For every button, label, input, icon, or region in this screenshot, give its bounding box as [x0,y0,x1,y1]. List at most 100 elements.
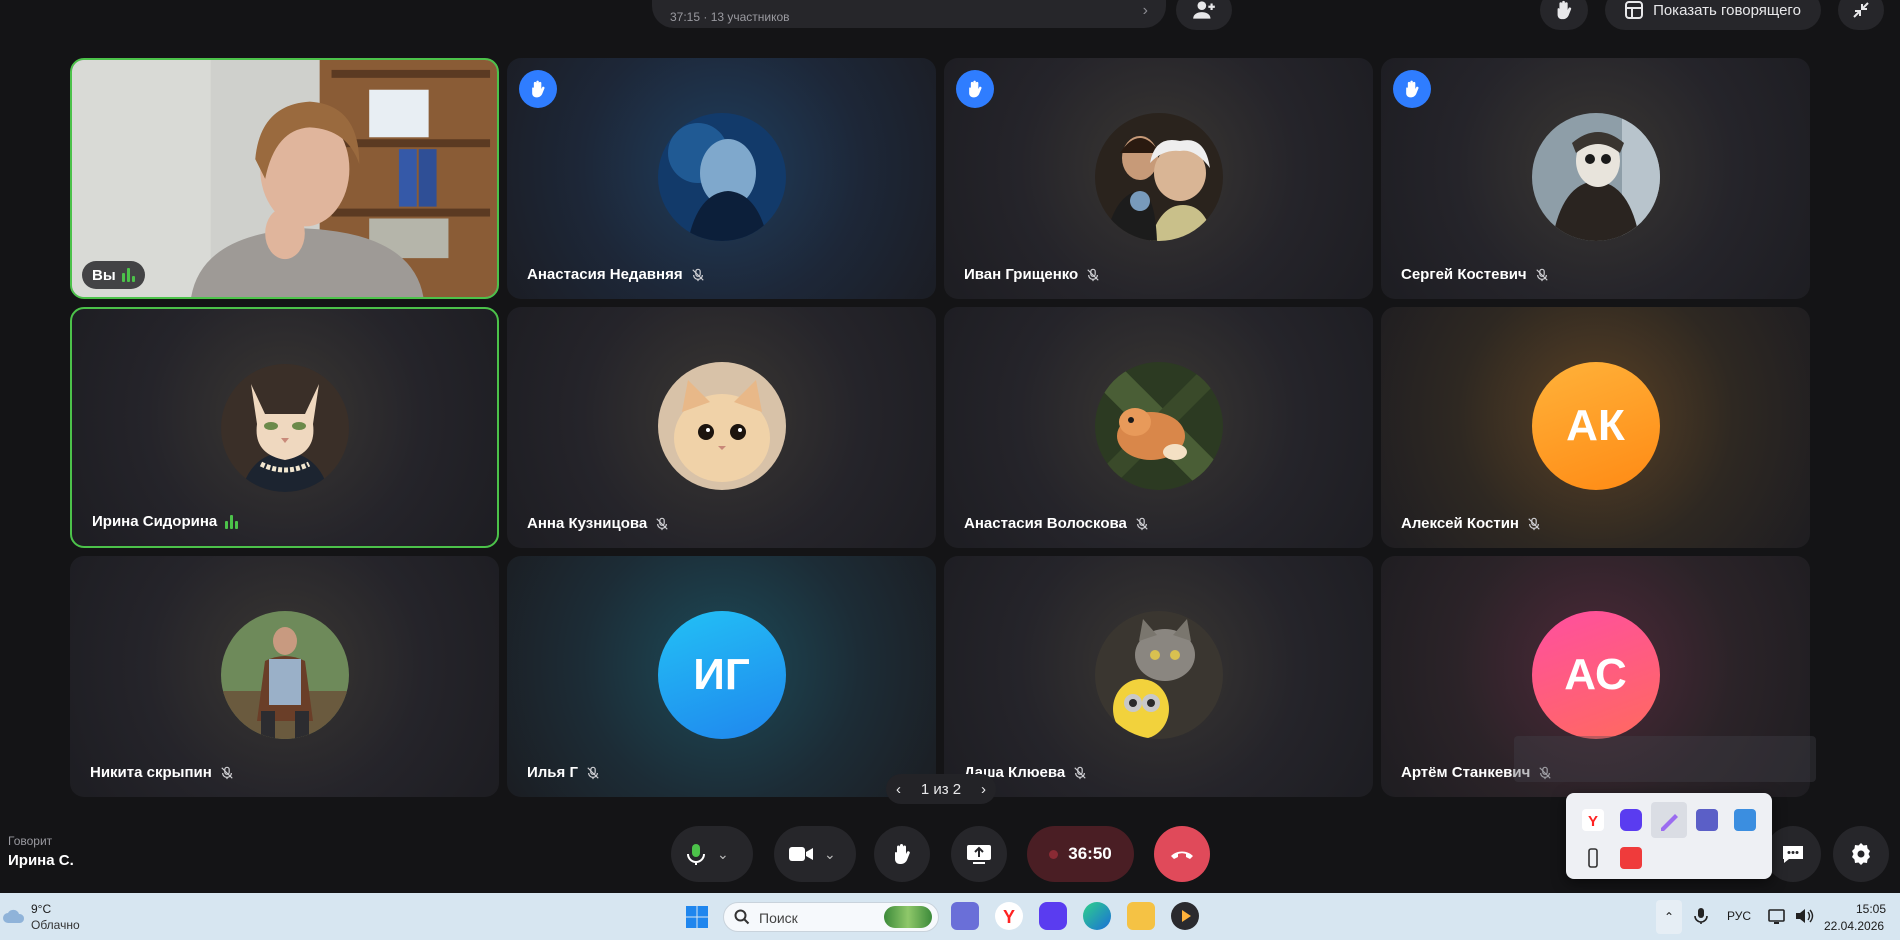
meeting-meta: 37:15 · 13 участников [670,10,790,24]
participant-name: Никита скрыпин [90,764,212,781]
usb-tray-icon[interactable] [1582,847,1604,869]
weather-temp[interactable]: 9°C [31,902,51,916]
tooltip-overlay [1514,736,1816,782]
search-highlight-image [884,906,932,928]
yandex-tray-icon[interactable]: Y [1582,809,1604,831]
raise-hand-top-button[interactable] [1540,0,1588,30]
collapse-button[interactable] [1838,0,1884,30]
telemost-tray-icon[interactable] [1620,809,1642,831]
teams-app-icon[interactable] [951,902,979,930]
self-label: Вы [82,261,145,289]
participant-tile[interactable]: Даша Клюева [944,556,1373,797]
screen-share-button[interactable] [951,826,1007,882]
participant-name-row: Сергей Костевич [1401,266,1549,283]
participant-tile[interactable]: ИГ Илья Г [507,556,936,797]
participant-tile[interactable]: Анастасия Волоскова [944,307,1373,548]
hand-icon [1557,0,1572,20]
clock-date[interactable]: 22.04.2026 [1824,919,1884,933]
camera-icon [789,847,813,861]
participant-name: Ирина Сидорина [92,513,218,530]
avatar-initials: ИГ [657,611,786,739]
record-dot-icon [1049,849,1059,859]
speaking-indicator-icon [121,268,135,282]
raise-hand-button[interactable] [874,826,930,882]
recording-timer[interactable]: 36:50 [1027,826,1134,882]
teams-tray-icon[interactable] [1696,809,1718,831]
next-page-icon[interactable]: › [981,781,986,798]
collapse-icon [1853,2,1869,18]
pen-tray-icon[interactable] [1651,802,1687,838]
participant-tile[interactable]: Сергей Костевич [1381,58,1810,299]
avatar [657,362,786,490]
taskbar-search[interactable]: Поиск [723,902,939,932]
participant-name: Алексей Костин [1401,515,1519,532]
prev-page-icon[interactable]: ‹ [896,781,901,798]
svg-text:Y: Y [1588,813,1598,830]
mic-off-icon [691,268,704,281]
chat-icon [1783,846,1803,863]
clock-time[interactable]: 15:05 [1856,902,1886,916]
end-call-button[interactable] [1154,826,1210,882]
avatar-initials: АС [1531,611,1660,739]
anydesk-tray-icon[interactable] [1620,847,1642,869]
grid-icon [1625,1,1644,19]
show-speaker-button[interactable]: Показать говорящего [1605,0,1821,30]
media-player-icon[interactable] [1171,902,1199,930]
speaking-name: Ирина С. [8,852,74,869]
participant-name-row: Илья Г [527,764,600,781]
mic-off-icon [1087,268,1099,281]
volume-icon[interactable] [1794,907,1814,925]
security-tray-icon[interactable] [1734,809,1756,831]
settings-button[interactable] [1833,826,1889,882]
microphone-tray-icon[interactable] [1694,907,1708,925]
participant-name: Илья Г [527,764,578,781]
tray-overflow-popup: Y [1566,793,1772,879]
participant-name-row: Анастасия Недавняя [527,266,705,283]
windows-start-icon[interactable] [685,905,709,929]
file-explorer-icon[interactable] [1127,902,1155,930]
chat-button[interactable] [1765,826,1821,882]
cloud-icon [3,909,25,923]
show-speaker-label: Показать говорящего [1653,1,1801,19]
avatar [1094,113,1223,241]
participant-tile[interactable]: Анна Кузницова [507,307,936,548]
camera-button[interactable]: ⌄ [774,826,856,882]
raised-hand-icon [1393,70,1431,108]
participant-tile-speaking[interactable]: Ирина Сидорина [70,307,499,548]
participant-tile[interactable]: Анастасия Недавняя [507,58,936,299]
mic-off-icon [221,766,233,779]
page-indicator: 1 из 2 [920,780,962,798]
meeting-info-pill[interactable]: 37:15 · 13 участников › [652,0,1166,28]
avatar [220,611,349,739]
add-user-icon [1193,1,1215,19]
participant-tile[interactable]: АК Алексей Костин [1381,307,1810,548]
participant-name: Артём Станкевич [1401,764,1531,781]
chevron-up-icon[interactable]: ⌃ [1656,900,1682,934]
add-participant-button[interactable] [1176,0,1232,30]
participant-name-row: Анастасия Волоскова [964,515,1149,532]
participant-tile[interactable]: Никита скрыпин [70,556,499,797]
chevron-down-icon[interactable]: ⌄ [717,846,729,863]
participant-tile[interactable]: Иван Грищенко [944,58,1373,299]
avatar [1531,113,1660,241]
telemost-app-icon[interactable] [1039,902,1067,930]
participants-grid: Вы Анастасия Недавняя Иван Грищенко Серг… [70,58,1810,797]
raised-hand-icon [519,70,557,108]
timer-value: 36:50 [1068,844,1112,863]
participant-name-row: Ирина Сидорина [92,513,239,530]
search-placeholder: Поиск [759,910,798,926]
microphone-button[interactable]: ⌄ [671,826,753,882]
participant-name: Анастасия Волоскова [964,515,1127,532]
phone-hangup-icon [1171,851,1193,859]
weather-desc[interactable]: Облачно [31,918,80,932]
input-language[interactable]: РУС [1727,909,1751,923]
edge-browser-icon[interactable] [1083,902,1111,930]
network-icon[interactable] [1768,907,1788,925]
participant-name: Анастасия Недавняя [527,266,683,283]
avatar-initials: АК [1531,362,1660,490]
chevron-down-icon[interactable]: ⌄ [824,846,836,863]
participant-tile-self[interactable]: Вы [70,58,499,299]
participant-name-row: Алексей Костин [1401,515,1541,532]
yandex-browser-icon[interactable]: Y [995,902,1023,930]
avatar [220,364,349,492]
